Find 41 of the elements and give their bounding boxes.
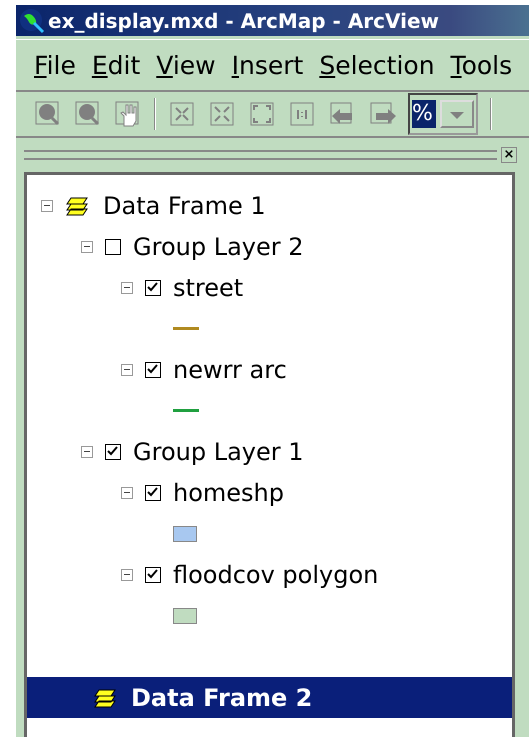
checkbox[interactable]: [105, 238, 121, 254]
scale-combo[interactable]: %: [408, 93, 478, 135]
globe-icon: [18, 6, 46, 34]
collapse-toggle[interactable]: [81, 446, 93, 458]
collapse-toggle[interactable]: [121, 282, 133, 294]
menu-item[interactable]: Selection: [319, 50, 435, 80]
collapse-toggle[interactable]: [41, 200, 53, 212]
layer-name[interactable]: street: [173, 274, 244, 302]
fixed-zoom-in-icon[interactable]: [168, 100, 196, 128]
layer-name[interactable]: homeshp: [173, 478, 284, 506]
layer-name[interactable]: newrr arc: [173, 356, 287, 384]
layer-name[interactable]: Data Frame 1: [103, 192, 266, 220]
menu-item[interactable]: Tools: [450, 50, 512, 80]
checkbox[interactable]: [145, 362, 161, 378]
layer-name[interactable]: Group Layer 1: [133, 438, 304, 466]
checkbox[interactable]: [105, 444, 121, 460]
full-extent-icon[interactable]: [248, 100, 276, 128]
dropdown-button[interactable]: [440, 100, 474, 128]
menu-item[interactable]: Insert: [232, 50, 304, 80]
window-title: ex_display.mxd - ArcMap - ArcView: [48, 8, 440, 32]
zoom-in-icon[interactable]: [34, 100, 62, 128]
layer-name[interactable]: floodcov polygon: [173, 560, 378, 588]
panel-grip[interactable]: [24, 150, 497, 160]
checkbox[interactable]: [145, 484, 161, 500]
layers-icon: [93, 686, 119, 708]
fixed-zoom-out-icon[interactable]: [208, 100, 236, 128]
menu-item[interactable]: View: [156, 50, 216, 80]
checkbox[interactable]: [145, 280, 161, 296]
menu-item[interactable]: File: [34, 50, 76, 80]
actual-size-icon[interactable]: [288, 100, 316, 128]
layer-name[interactable]: Group Layer 2: [133, 232, 304, 260]
collapse-toggle[interactable]: [121, 568, 133, 580]
menu-item[interactable]: Edit: [92, 50, 140, 80]
collapse-toggle[interactable]: [121, 486, 133, 498]
layers-icon: [65, 194, 91, 216]
close-button[interactable]: ×: [501, 147, 517, 163]
caret-icon: [450, 112, 464, 119]
collapse-toggle[interactable]: [81, 240, 93, 252]
zoom-out-icon[interactable]: [74, 100, 102, 128]
collapse-toggle[interactable]: [121, 364, 133, 376]
checkbox[interactable]: [145, 566, 161, 582]
